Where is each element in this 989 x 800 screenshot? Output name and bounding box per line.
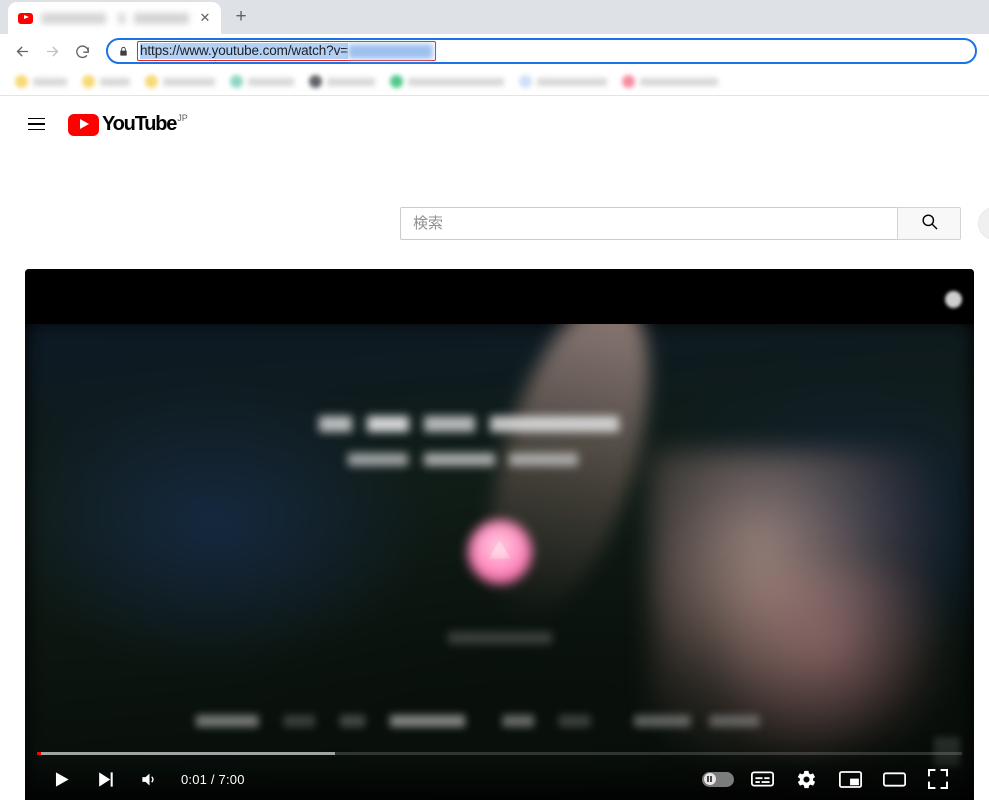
video-id-redacted bbox=[348, 43, 434, 59]
bookmark-item[interactable] bbox=[514, 75, 612, 88]
youtube-favicon bbox=[18, 12, 33, 24]
bookmark-item[interactable] bbox=[304, 75, 380, 88]
volume-button[interactable] bbox=[127, 755, 171, 800]
bookmark-label-redacted bbox=[327, 77, 375, 86]
fullscreen-button[interactable] bbox=[916, 755, 960, 800]
video-overlay-subtitle-redacted bbox=[347, 453, 578, 467]
youtube-page: YouTube JP 検索 0:01 / 7:00 bbox=[0, 96, 989, 800]
bookmark-item[interactable] bbox=[10, 75, 72, 88]
bookmark-favicon bbox=[230, 75, 243, 88]
search-icon bbox=[920, 212, 939, 236]
autoplay-toggle[interactable] bbox=[696, 755, 740, 800]
video-subtitle-band-redacted bbox=[195, 714, 823, 727]
video-canvas[interactable] bbox=[25, 269, 974, 800]
youtube-header: YouTube JP bbox=[0, 96, 989, 152]
play-button[interactable] bbox=[39, 755, 83, 800]
browser-chrome: ✕ + https://www.youtube.com/watch?v= bbox=[0, 0, 989, 96]
bookmark-favicon bbox=[309, 75, 322, 88]
bookmark-label-redacted bbox=[163, 77, 215, 86]
bookmarks-bar bbox=[0, 68, 989, 96]
bookmark-label-redacted bbox=[33, 77, 67, 86]
bookmark-item[interactable] bbox=[617, 75, 723, 88]
autoplay-toggle-knob bbox=[703, 773, 716, 785]
forward-icon[interactable] bbox=[38, 37, 66, 65]
youtube-logo-text: YouTube bbox=[102, 112, 177, 135]
video-overlay-title-redacted bbox=[319, 415, 620, 432]
bookmark-favicon bbox=[519, 75, 532, 88]
tab-strip: ✕ + bbox=[0, 0, 989, 34]
subtitles-button[interactable] bbox=[740, 755, 784, 800]
player-controls: 0:01 / 7:00 bbox=[25, 755, 974, 800]
search-input[interactable] bbox=[413, 215, 885, 232]
search-zone bbox=[400, 207, 961, 240]
next-track-button[interactable] bbox=[83, 755, 127, 800]
video-letterbox-top bbox=[25, 269, 974, 324]
bookmark-label-redacted bbox=[248, 77, 294, 86]
bookmark-label-redacted bbox=[640, 77, 718, 86]
url-annotation-box: https://www.youtube.com/watch?v= bbox=[137, 41, 437, 61]
browser-tab[interactable]: ✕ bbox=[8, 2, 221, 34]
hamburger-icon[interactable] bbox=[16, 104, 56, 144]
bookmark-favicon bbox=[390, 75, 403, 88]
tab-title-redacted bbox=[41, 12, 189, 24]
video-player[interactable]: 0:01 / 7:00 bbox=[25, 269, 974, 800]
video-center-caption-redacted bbox=[447, 632, 552, 645]
bookmark-label-redacted bbox=[100, 77, 130, 86]
close-icon[interactable]: ✕ bbox=[197, 10, 213, 26]
url-text[interactable]: https://www.youtube.com/watch?v= bbox=[140, 43, 348, 59]
voice-search-button[interactable] bbox=[978, 207, 989, 240]
reload-icon[interactable] bbox=[68, 37, 96, 65]
back-icon[interactable] bbox=[8, 37, 36, 65]
bookmark-favicon bbox=[622, 75, 635, 88]
browser-toolbar: https://www.youtube.com/watch?v= bbox=[0, 34, 989, 68]
bookmark-favicon bbox=[82, 75, 95, 88]
bookmark-item[interactable] bbox=[225, 75, 299, 88]
theater-mode-button[interactable] bbox=[872, 755, 916, 800]
video-overlay-dot bbox=[945, 291, 962, 308]
youtube-logo[interactable]: YouTube JP bbox=[68, 113, 188, 136]
bookmark-item[interactable] bbox=[385, 75, 509, 88]
time-display: 0:01 / 7:00 bbox=[181, 771, 245, 787]
bookmark-favicon bbox=[15, 75, 28, 88]
bookmark-label-redacted bbox=[537, 77, 607, 86]
youtube-play-icon bbox=[68, 113, 99, 136]
bookmark-favicon bbox=[145, 75, 158, 88]
bookmark-label-redacted bbox=[408, 77, 504, 86]
new-tab-button[interactable]: + bbox=[227, 3, 255, 31]
search-button[interactable] bbox=[897, 207, 961, 240]
video-scene-person-secondary bbox=[727, 568, 958, 769]
lock-icon bbox=[118, 45, 129, 58]
bookmark-item[interactable] bbox=[77, 75, 135, 88]
autoplay-toggle-track bbox=[702, 771, 734, 787]
bookmark-item[interactable] bbox=[140, 75, 220, 88]
settings-button[interactable] bbox=[784, 755, 828, 800]
miniplayer-button[interactable] bbox=[828, 755, 872, 800]
country-code-label: JP bbox=[177, 112, 188, 123]
search-box[interactable] bbox=[400, 207, 897, 240]
address-bar[interactable]: https://www.youtube.com/watch?v= bbox=[106, 38, 977, 64]
